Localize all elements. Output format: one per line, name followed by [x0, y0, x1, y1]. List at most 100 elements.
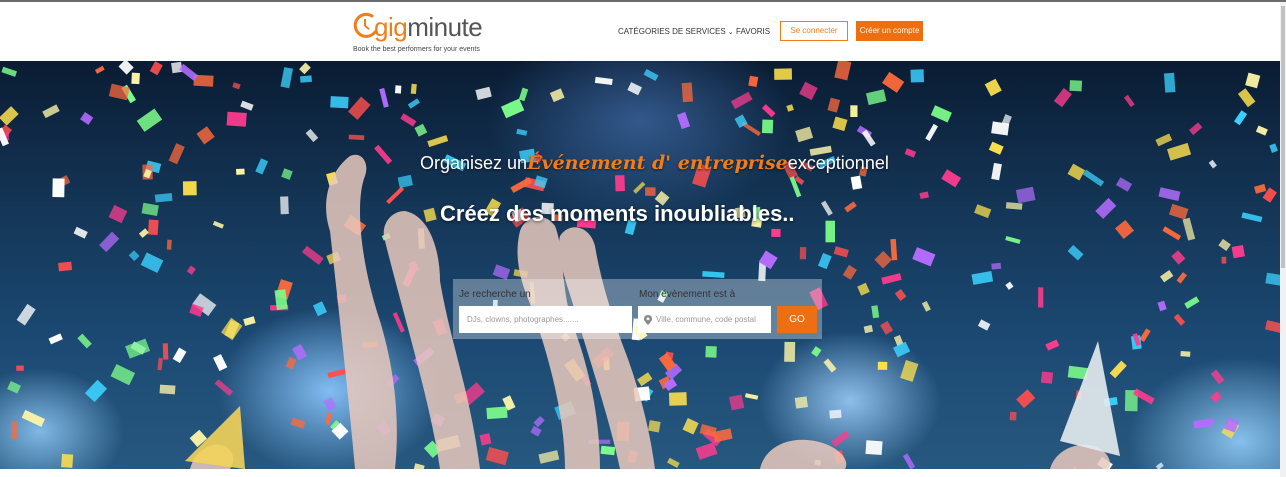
service-search-input[interactable]: DJs, clowns, photographes.......: [459, 306, 632, 333]
confetti-piece: [881, 273, 902, 285]
confetti-piece: [1067, 244, 1084, 261]
confetti-piece: [874, 250, 892, 269]
confetti-piece: [882, 71, 905, 93]
confetti-piece: [48, 333, 63, 345]
confetti-piece: [16, 365, 24, 371]
confetti-piece: [407, 98, 420, 109]
nav-categories-dropdown[interactable]: CATÉGORIES DE SERVICES ⌄: [618, 27, 734, 47]
confetti-piece: [941, 169, 962, 188]
confetti-piece: [392, 312, 405, 333]
confetti-piece: [1254, 183, 1267, 194]
confetti-piece: [125, 338, 151, 359]
confetti-piece: [305, 128, 319, 143]
confetti-piece: [1184, 296, 1200, 309]
search-where-label: Mon évènement est à: [639, 289, 736, 300]
confetti-piece: [212, 220, 224, 229]
confetti-piece: [1115, 177, 1133, 192]
confetti-piece: [52, 178, 65, 198]
confetti-piece: [600, 445, 616, 456]
signup-button[interactable]: Créer un compte: [856, 21, 923, 41]
confetti-piece: [1269, 143, 1278, 153]
confetti-piece: [919, 191, 929, 200]
scrollbar-thumb[interactable]: [1281, 6, 1285, 268]
confetti-piece: [991, 162, 1002, 181]
confetti-piece: [348, 96, 371, 120]
hero-subtitle-highlight: Événement d' entreprise: [527, 152, 788, 174]
confetti-piece: [1109, 360, 1127, 379]
confetti-piece: [799, 81, 818, 101]
nav-favorites-link[interactable]: FAVORIS: [736, 27, 770, 47]
confetti-piece: [682, 418, 699, 435]
chevron-down-icon: ⌄: [727, 29, 734, 36]
confetti-piece: [1167, 142, 1192, 161]
confetti-piece: [1208, 159, 1217, 169]
confetti-piece: [645, 187, 656, 196]
map-pin-icon: [644, 315, 652, 325]
vertical-scrollbar[interactable]: [1280, 2, 1286, 477]
confetti-piece: [400, 113, 417, 127]
confetti-piece: [538, 450, 560, 464]
confetti-piece: [110, 364, 136, 386]
site-header: gigminute Book the best performers for y…: [0, 2, 1280, 61]
confetti-piece: [323, 397, 337, 412]
confetti-piece: [1139, 328, 1151, 342]
confetti-piece: [410, 83, 417, 95]
confetti-piece: [1067, 163, 1086, 181]
confetti-piece: [549, 88, 565, 103]
confetti-piece: [196, 126, 215, 145]
hero-subtitle-suffix: exceptionnel: [787, 153, 889, 173]
confetti-piece: [668, 392, 687, 406]
confetti-piece: [830, 430, 850, 448]
confetti-piece: [11, 421, 18, 440]
login-button[interactable]: Se connecter: [780, 21, 848, 41]
confetti-piece: [974, 204, 992, 219]
confetti-piece: [394, 85, 402, 94]
logo-wordmark: gigminute: [374, 12, 483, 42]
confetti-piece: [794, 396, 808, 409]
confetti-piece: [141, 202, 159, 216]
confetti-piece: [912, 247, 936, 267]
confetti-piece: [1168, 203, 1189, 220]
confetti-piece: [829, 409, 842, 419]
confetti-piece: [21, 409, 45, 427]
confetti-piece: [1016, 389, 1036, 409]
search-go-button[interactable]: GO: [777, 306, 817, 333]
confetti-piece: [182, 181, 197, 196]
confetti-piece: [159, 384, 176, 395]
confetti-piece: [832, 116, 848, 132]
confetti-piece: [213, 354, 228, 372]
confetti-piece: [500, 98, 525, 119]
confetti-piece: [149, 61, 163, 76]
confetti-piece: [379, 87, 389, 108]
confetti-piece: [893, 341, 911, 358]
confetti-background: [0, 61, 1280, 469]
confetti-piece: [877, 361, 888, 370]
confetti-piece: [894, 289, 907, 301]
confetti-piece: [492, 264, 511, 280]
confetti-piece: [1, 66, 18, 77]
confetti-piece: [1234, 110, 1248, 126]
confetti-piece: [643, 69, 659, 81]
confetti-piece: [991, 262, 1002, 270]
confetti-piece: [728, 394, 745, 411]
confetti-piece: [138, 228, 149, 238]
confetti-piece: [179, 63, 199, 81]
confetti-piece: [1005, 202, 1023, 210]
location-search-input[interactable]: Ville, commune, code postal: [638, 306, 771, 333]
confetti-piece: [214, 379, 234, 397]
confetti-piece: [131, 72, 140, 85]
search-what-label: Je recherche un: [459, 289, 531, 300]
confetti-piece: [168, 143, 185, 165]
confetti-piece: [730, 91, 753, 110]
confetti-piece: [1193, 418, 1214, 429]
confetti-piece: [1231, 244, 1245, 259]
confetti-piece: [1180, 351, 1191, 357]
confetti-piece: [865, 89, 887, 106]
confetti-piece: [774, 68, 793, 80]
confetti-piece: [7, 380, 22, 394]
confetti-piece: [702, 271, 725, 279]
gigminute-logo[interactable]: gigminute Book the best performers for y…: [352, 8, 492, 58]
confetti-piece: [844, 201, 857, 213]
confetti-piece: [518, 87, 529, 102]
confetti-piece: [1210, 391, 1222, 403]
